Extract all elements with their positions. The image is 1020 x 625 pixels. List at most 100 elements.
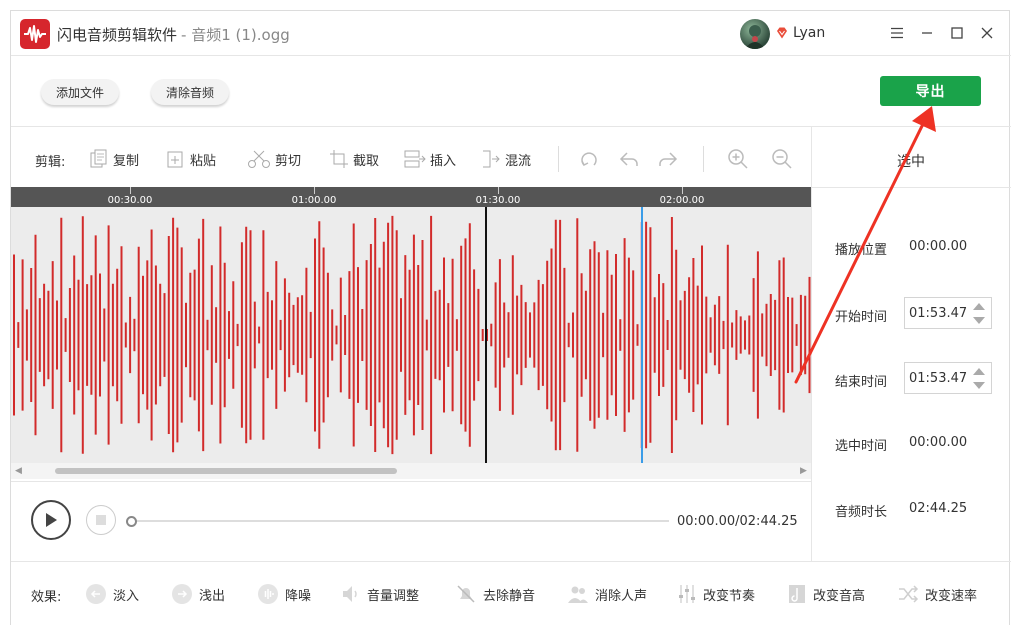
mix-button[interactable]: 混流 <box>481 148 531 170</box>
playback-time: 00:00.00/02:44.25 <box>677 514 798 529</box>
redo-icon[interactable] <box>657 148 679 170</box>
remove-silence-button[interactable]: 去除静音 <box>455 583 535 605</box>
window-title: 闪电音频剪辑软件 - 音频1 (1).ogg <box>57 24 290 45</box>
fade-out-label: 浅出 <box>199 588 226 604</box>
denoise-button[interactable]: 降噪 <box>257 583 311 605</box>
reset-icon[interactable] <box>578 148 600 170</box>
end-time-input[interactable]: 01:53.47 <box>904 362 992 394</box>
panel-divider <box>811 126 812 561</box>
toolbar-separator <box>703 146 704 172</box>
tick-label: 02:00.00 <box>659 195 705 206</box>
start-time-input[interactable]: 01:53.47 <box>904 297 992 329</box>
scissors-icon <box>248 150 270 168</box>
trim-button[interactable]: 截取 <box>329 148 379 170</box>
volume-icon <box>343 586 357 602</box>
effects-label: 效果: <box>31 590 62 605</box>
cut-label: 剪切 <box>275 153 302 169</box>
close-button[interactable] <box>975 21 999 45</box>
volume-adjust-button[interactable]: 音量调整 <box>341 583 419 605</box>
mix-icon <box>483 150 500 168</box>
edit-label: 剪辑: <box>35 155 66 170</box>
vip-diamond-icon <box>777 27 787 39</box>
export-button[interactable]: 导出 <box>880 76 981 106</box>
trim-label: 截取 <box>353 153 380 169</box>
divider <box>11 126 1011 127</box>
zoom-out-icon[interactable] <box>771 148 793 170</box>
selected-time-label: 选中时间 <box>835 439 888 454</box>
change-rate-label: 改变速率 <box>925 588 978 604</box>
close-icon <box>981 27 993 39</box>
change-pitch-label: 改变音高 <box>813 588 866 604</box>
selected-time-value: 00:00.00 <box>909 435 968 450</box>
people-icon <box>568 586 588 603</box>
paste-button[interactable]: 粘贴 <box>166 148 216 170</box>
copy-icon <box>90 149 107 168</box>
divider <box>11 561 1011 562</box>
maximize-button[interactable] <box>945 21 969 45</box>
increment-icon[interactable] <box>973 303 985 310</box>
waveform <box>13 207 811 463</box>
cut-button[interactable]: 剪切 <box>247 148 301 170</box>
decrement-icon[interactable] <box>973 382 985 389</box>
play-position-label: 播放位置 <box>835 243 888 258</box>
paste-icon <box>167 151 183 168</box>
clear-audio-button[interactable]: 清除音频 <box>151 79 229 105</box>
stop-button[interactable] <box>86 505 116 535</box>
scrollbar-thumb[interactable] <box>55 468 397 474</box>
fade-in-label: 淡入 <box>113 588 140 604</box>
menu-button[interactable] <box>885 21 909 45</box>
app-name: 闪电音频剪辑软件 <box>57 26 178 44</box>
denoise-icon <box>258 584 278 604</box>
increment-icon[interactable] <box>973 368 985 375</box>
horizontal-scrollbar[interactable]: ◀ ▶ <box>11 463 811 479</box>
timeline-ruler[interactable]: 00:30.00 01:00.00 01:30.00 02:00.00 <box>11 187 811 207</box>
change-rate-button[interactable]: 改变速率 <box>897 583 977 605</box>
add-file-button[interactable]: 添加文件 <box>41 79 119 105</box>
username[interactable]: Lyan <box>793 25 825 41</box>
shuffle-icon <box>899 585 919 603</box>
scroll-left-icon[interactable]: ◀ <box>15 466 22 476</box>
remove-vocals-label: 消除人声 <box>595 588 648 604</box>
change-tempo-label: 改变节奏 <box>703 588 756 604</box>
app-logo-icon <box>20 19 50 49</box>
insert-button[interactable]: 插入 <box>404 148 456 170</box>
play-button[interactable] <box>31 500 71 540</box>
fade-in-button[interactable]: 淡入 <box>85 583 139 605</box>
mix-label: 混流 <box>505 153 532 169</box>
divider <box>11 481 811 482</box>
title-bar: 闪电音频剪辑软件 - 音频1 (1).ogg Lyan <box>11 11 1011 56</box>
copy-button[interactable]: 复制 <box>89 148 139 170</box>
crop-icon <box>330 150 348 168</box>
duration-label: 音频时长 <box>835 505 888 520</box>
remove-vocals-button[interactable]: 消除人声 <box>567 583 647 605</box>
fade-out-button[interactable]: 浅出 <box>171 583 225 605</box>
volume-adjust-label: 音量调整 <box>367 588 420 604</box>
change-tempo-button[interactable]: 改变节奏 <box>677 583 755 605</box>
duration-value: 02:44.25 <box>909 501 968 516</box>
sliders-icon <box>679 585 695 603</box>
app-window: 闪电音频剪辑软件 - 音频1 (1).ogg Lyan 添加文件 清除音频 导出… <box>10 10 1011 625</box>
seek-bar[interactable] <box>129 520 669 522</box>
start-time-label: 开始时间 <box>835 310 888 325</box>
pitch-icon <box>789 585 805 603</box>
start-time-value: 01:53.47 <box>909 306 968 321</box>
hamburger-icon <box>891 27 903 39</box>
fade-out-icon <box>172 584 192 604</box>
insert-icon <box>404 150 426 168</box>
undo-icon[interactable] <box>618 148 640 170</box>
tick-label: 01:30.00 <box>475 195 521 206</box>
seek-handle[interactable] <box>126 516 137 527</box>
end-time-label: 结束时间 <box>835 375 888 390</box>
play-icon <box>46 513 57 527</box>
scroll-right-icon[interactable]: ▶ <box>800 466 807 476</box>
fade-in-icon <box>86 584 106 604</box>
waveform-area[interactable] <box>11 207 811 463</box>
zoom-in-icon[interactable] <box>727 148 749 170</box>
minimize-button[interactable] <box>915 21 939 45</box>
decrement-icon[interactable] <box>973 317 985 324</box>
change-pitch-button[interactable]: 改变音高 <box>787 583 865 605</box>
avatar[interactable] <box>740 19 770 49</box>
toolbar-separator <box>558 146 559 172</box>
tick-mark <box>682 187 683 194</box>
tick-mark <box>498 187 499 194</box>
